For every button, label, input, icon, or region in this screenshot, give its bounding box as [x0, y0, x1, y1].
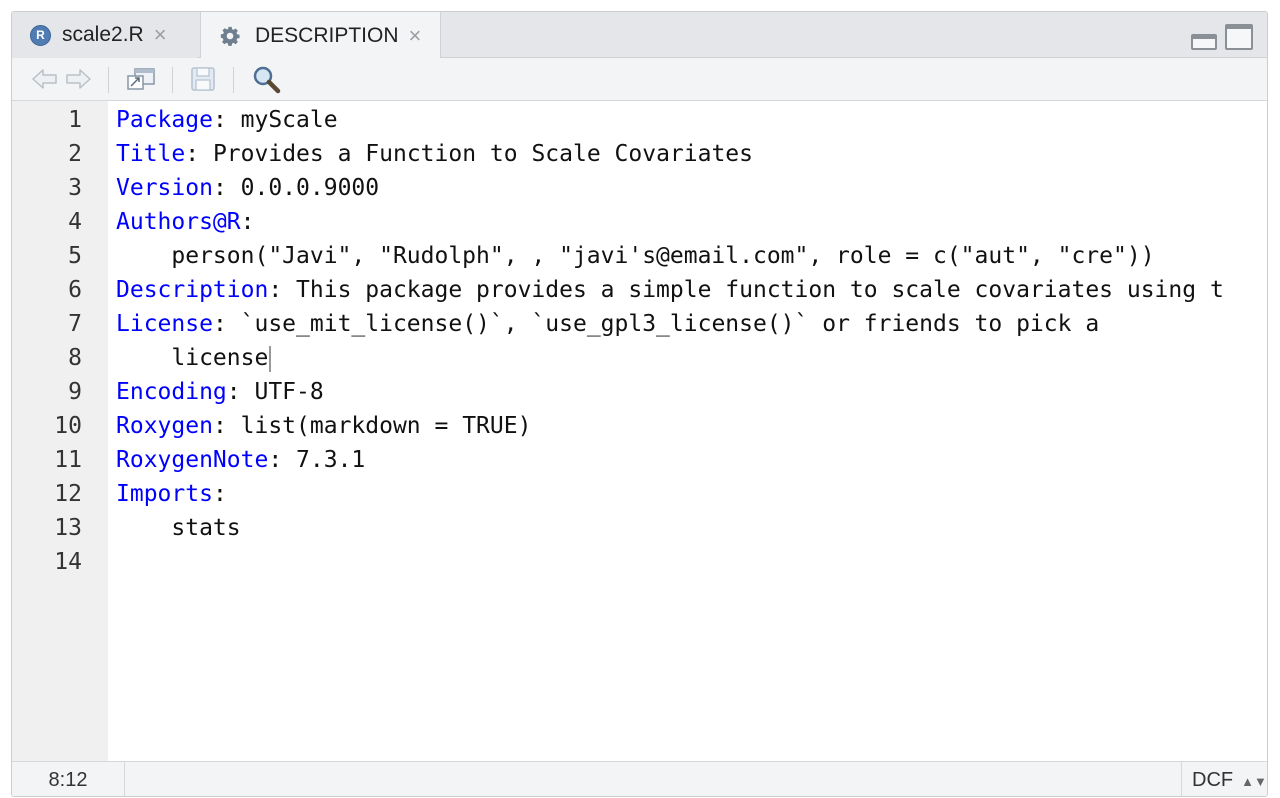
- minimize-pane-button[interactable]: [1191, 34, 1217, 50]
- field-value: This package provides a simple function …: [282, 277, 1224, 303]
- code-line[interactable]: Package: myScale: [116, 103, 338, 137]
- field-value: stats: [116, 515, 241, 541]
- search-icon: [253, 66, 281, 94]
- line-number-gutter: 1 2 3 4 5 6 7 8 9 10 11 12 13 14: [12, 101, 108, 761]
- field-value: list(markdown = TRUE): [226, 413, 532, 439]
- cursor-position[interactable]: 8:12: [12, 762, 125, 796]
- field-key: Package: [116, 107, 213, 133]
- forward-button[interactable]: [63, 64, 93, 94]
- field-separator: :: [212, 481, 227, 507]
- code-line[interactable]: Description: This package provides a sim…: [116, 273, 1224, 307]
- field-value: 7.3.1: [282, 447, 366, 473]
- line-number: 9: [68, 379, 82, 405]
- popout-icon: [127, 68, 155, 90]
- line-number: 12: [54, 481, 82, 507]
- r-file-icon: R: [30, 24, 51, 46]
- line-number: 7: [68, 311, 82, 337]
- tab-label: scale2.R: [62, 23, 144, 46]
- arrow-left-icon: [32, 69, 57, 89]
- line-number: 8: [68, 345, 82, 371]
- field-separator: :: [212, 107, 227, 133]
- field-key: License: [116, 311, 213, 337]
- field-value: UTF-8: [240, 379, 324, 405]
- line-number: 10: [54, 413, 82, 439]
- code-editor[interactable]: Package: myScale Title: Provides a Funct…: [116, 101, 1267, 761]
- line-number: 3: [68, 175, 82, 201]
- save-icon: [191, 67, 215, 91]
- field-separator: :: [212, 413, 227, 439]
- save-button[interactable]: [187, 64, 219, 94]
- line-number: 13: [54, 515, 82, 541]
- code-line[interactable]: Title: Provides a Function to Scale Cova…: [116, 137, 753, 171]
- field-key: Encoding: [116, 379, 227, 405]
- code-line[interactable]: Encoding: UTF-8: [116, 375, 324, 409]
- source-editor-pane: R scale2.R × DESCRIPTION × 1 2 3 4 5 6 7…: [11, 11, 1268, 797]
- code-line[interactable]: license: [116, 341, 272, 375]
- tab-label: DESCRIPTION: [255, 23, 399, 47]
- line-number: 11: [54, 447, 82, 473]
- toolbar-separator: [108, 67, 109, 93]
- tab-scale2-r[interactable]: R scale2.R ×: [12, 12, 198, 58]
- field-key: RoxygenNote: [116, 447, 269, 473]
- file-type-selector[interactable]: DCF ▲▼: [1181, 762, 1267, 796]
- maximize-pane-button[interactable]: [1225, 24, 1253, 50]
- code-line[interactable]: License: `use_mit_license()`, `use_gpl3_…: [116, 307, 1099, 341]
- window-controls: [1191, 24, 1253, 50]
- line-number: 2: [68, 141, 82, 167]
- status-bar: 8:12 DCF ▲▼: [12, 761, 1267, 796]
- code-line[interactable]: Version: 0.0.0.9000: [116, 171, 379, 205]
- back-button[interactable]: [30, 64, 60, 94]
- file-type-label: DCF: [1192, 769, 1234, 791]
- field-value: 0.0.0.9000: [226, 175, 380, 201]
- code-line[interactable]: Roxygen: list(markdown = TRUE): [116, 409, 531, 443]
- field-separator: :: [268, 447, 283, 473]
- show-in-new-window-button[interactable]: [124, 64, 158, 94]
- field-separator: :: [226, 379, 241, 405]
- field-key: Version: [116, 175, 213, 201]
- field-separator: :: [212, 311, 227, 337]
- field-value: `use_mit_license()`, `use_gpl3_license()…: [226, 311, 1100, 337]
- code-line[interactable]: Authors@R:: [116, 205, 254, 239]
- field-separator: :: [268, 277, 283, 303]
- field-value: person("Javi", "Rudolph", , "javi's@emai…: [116, 243, 1155, 269]
- field-value: myScale: [226, 107, 338, 133]
- find-replace-button[interactable]: [250, 64, 282, 94]
- line-number: 14: [54, 549, 82, 575]
- field-separator: :: [212, 175, 227, 201]
- tab-description[interactable]: DESCRIPTION ×: [200, 12, 441, 59]
- line-number: 5: [68, 243, 82, 269]
- updown-arrows-icon: ▲▼: [1241, 774, 1267, 789]
- text-cursor: [269, 345, 272, 372]
- arrow-right-icon: [66, 69, 91, 89]
- toolbar-separator: [172, 67, 173, 93]
- field-key: Roxygen: [116, 413, 213, 439]
- line-number: 6: [68, 277, 82, 303]
- toolbar-separator: [233, 67, 234, 93]
- field-separator: :: [240, 209, 255, 235]
- line-number: 4: [68, 209, 82, 235]
- code-line[interactable]: person("Javi", "Rudolph", , "javi's@emai…: [116, 239, 1155, 273]
- gear-icon: [220, 26, 240, 46]
- field-key: Description: [116, 277, 269, 303]
- code-line[interactable]: RoxygenNote: 7.3.1: [116, 443, 365, 477]
- tab-bar: R scale2.R × DESCRIPTION ×: [12, 12, 1267, 59]
- field-key: Authors@R: [116, 209, 241, 235]
- field-value: license: [116, 345, 269, 371]
- line-number: 1: [68, 107, 82, 133]
- code-line[interactable]: Imports:: [116, 477, 227, 511]
- field-key: Imports: [116, 481, 213, 507]
- close-icon[interactable]: ×: [409, 24, 422, 47]
- field-key: Title: [116, 141, 186, 167]
- close-icon[interactable]: ×: [154, 24, 167, 46]
- field-separator: :: [185, 141, 200, 167]
- editor-toolbar: [12, 58, 1267, 101]
- code-line[interactable]: stats: [116, 511, 241, 545]
- field-value: Provides a Function to Scale Covariates: [199, 141, 753, 167]
